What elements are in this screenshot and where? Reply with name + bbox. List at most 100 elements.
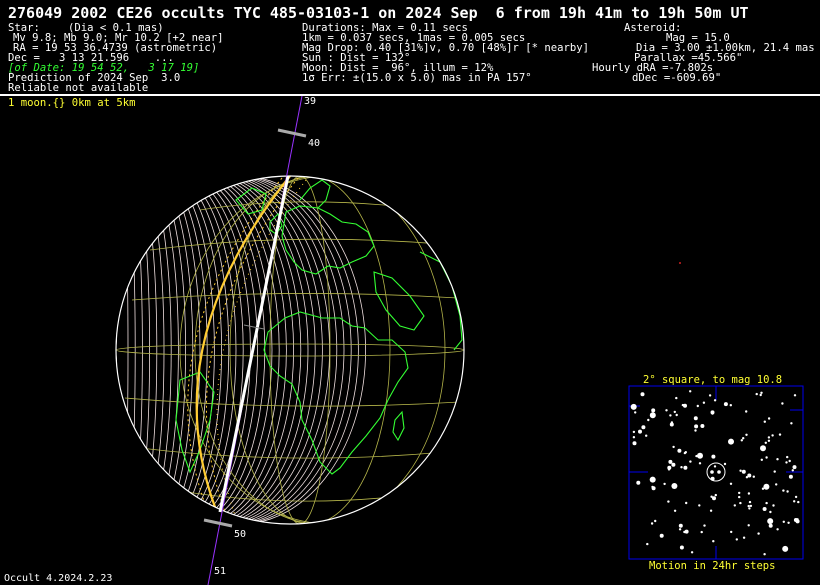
chart-star xyxy=(739,501,742,505)
tick-label-50: 50 xyxy=(234,529,246,540)
chart-star xyxy=(787,521,790,524)
chart-star xyxy=(786,455,789,459)
chart-star xyxy=(700,530,703,534)
chart-star xyxy=(790,422,793,425)
chart-star xyxy=(733,504,736,507)
chart-star xyxy=(694,424,699,429)
chart-star xyxy=(763,553,766,556)
chart-star xyxy=(672,445,675,449)
chart-star xyxy=(649,476,656,483)
chart-star xyxy=(659,533,664,538)
chart-star xyxy=(767,518,774,525)
chart-star xyxy=(711,412,714,415)
target-star xyxy=(717,470,721,474)
chart-star xyxy=(767,436,771,439)
starchart-frame xyxy=(628,385,804,560)
chart-star xyxy=(698,462,702,465)
chart-star xyxy=(671,462,676,467)
chart-star xyxy=(797,500,800,504)
chart-star xyxy=(776,458,779,461)
chart-star xyxy=(694,429,697,432)
chart-star xyxy=(730,530,733,534)
chart-star xyxy=(673,410,676,414)
chart-star xyxy=(788,459,791,463)
chart-star xyxy=(747,504,750,508)
chart-star xyxy=(771,434,774,437)
chart-star xyxy=(729,404,732,407)
chart-star xyxy=(788,474,793,479)
chart-star xyxy=(679,545,684,550)
chart-star xyxy=(791,469,794,472)
chart-star xyxy=(748,507,751,510)
chart-star xyxy=(786,490,789,493)
chart-star xyxy=(651,408,656,413)
chart-star xyxy=(663,482,666,486)
chart-star xyxy=(700,424,705,428)
chart-star xyxy=(723,402,728,407)
chart-star xyxy=(749,504,753,508)
chart-star xyxy=(792,465,797,470)
target-star-marker xyxy=(706,462,726,482)
chart-star xyxy=(677,448,682,453)
chart-star xyxy=(738,491,741,495)
chart-star xyxy=(714,493,717,497)
starchart-title: 2° square, to mag 10.8 xyxy=(643,374,782,386)
starchart-caption: Motion in 24hr steps xyxy=(649,560,775,572)
chart-star xyxy=(764,441,767,444)
chart-star xyxy=(738,495,741,499)
chart-star xyxy=(675,413,678,417)
chart-star xyxy=(742,536,746,539)
chart-star xyxy=(634,411,637,414)
chart-star xyxy=(760,445,766,452)
stray-marker xyxy=(679,262,681,264)
tick-label-39: 39 xyxy=(304,96,316,107)
chart-star xyxy=(782,489,785,492)
chart-star xyxy=(703,524,706,527)
chart-star xyxy=(793,518,798,522)
chart-star xyxy=(747,492,751,495)
chart-star xyxy=(654,519,657,523)
occultation-globe-diagram: 39 40 50 51 2° square, to mag 10.8 Motio… xyxy=(115,95,804,585)
chart-star xyxy=(667,468,671,471)
chart-star xyxy=(697,452,703,459)
chart-star xyxy=(763,420,766,423)
chart-star xyxy=(768,523,773,528)
chart-star xyxy=(630,403,637,410)
chart-star xyxy=(712,540,715,543)
chart-star xyxy=(632,436,636,439)
software-version: Occult 4.2024.2.23 xyxy=(4,573,113,584)
chart-star xyxy=(711,454,716,459)
chart-star xyxy=(678,523,683,528)
chart-star xyxy=(776,528,779,531)
chart-star xyxy=(680,466,683,469)
chart-star xyxy=(646,542,649,546)
chart-star xyxy=(760,391,763,394)
chart-star xyxy=(678,528,682,531)
chart-star xyxy=(759,393,762,397)
chart-star xyxy=(708,394,712,397)
chart-star xyxy=(782,520,785,523)
chart-star xyxy=(665,409,668,412)
chart-star xyxy=(747,524,750,527)
chart-star xyxy=(723,462,727,466)
chart-star xyxy=(709,509,713,512)
chart-star xyxy=(684,529,689,534)
chart-star xyxy=(778,433,782,436)
chart-star xyxy=(693,416,698,421)
tick-label-51: 51 xyxy=(214,566,226,577)
chart-star xyxy=(647,418,650,422)
chart-star xyxy=(739,469,742,472)
target-star xyxy=(710,470,714,474)
chart-star xyxy=(769,510,772,514)
chart-star xyxy=(673,509,677,512)
chart-star xyxy=(742,437,745,440)
chart-star xyxy=(636,480,641,485)
chart-star xyxy=(781,402,784,405)
chart-star xyxy=(782,545,789,552)
chart-star xyxy=(763,483,770,490)
chart-star xyxy=(748,500,752,504)
chart-star xyxy=(651,486,656,491)
chart-star xyxy=(752,475,755,478)
chart-star xyxy=(772,504,775,507)
chart-star xyxy=(640,392,645,397)
